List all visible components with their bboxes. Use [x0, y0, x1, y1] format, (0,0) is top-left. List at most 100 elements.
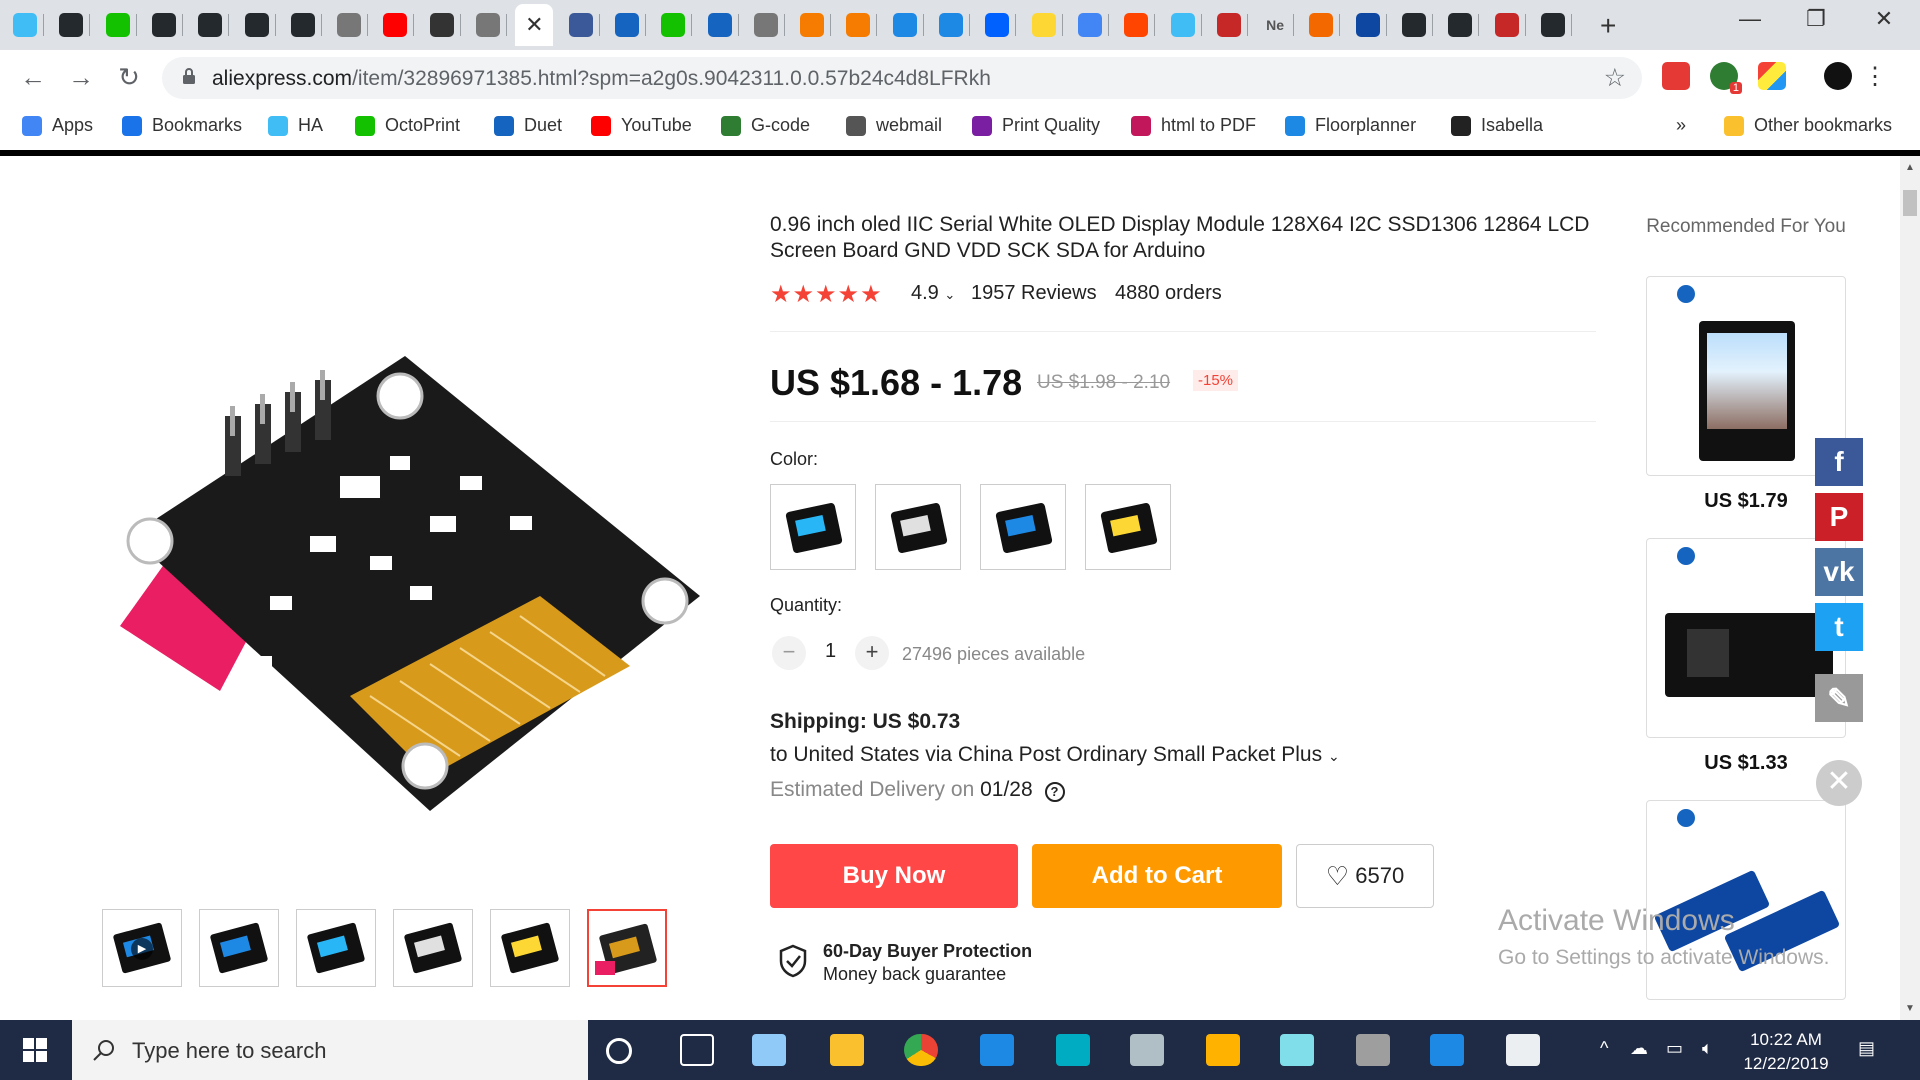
3d-viewer-icon[interactable] [752, 1034, 786, 1066]
browser-tab[interactable] [238, 4, 276, 46]
other-bookmarks-folder[interactable]: Other bookmarks [1724, 115, 1892, 136]
bookmark-bookmarks[interactable]: Bookmarks [122, 115, 242, 136]
rating-stars[interactable]: ★★★★★ [770, 280, 883, 309]
new-tab-button[interactable]: + [1600, 10, 1616, 42]
app-icon[interactable] [1280, 1034, 1314, 1066]
thumbnail-5[interactable] [490, 909, 570, 987]
color-option-blue[interactable] [980, 484, 1066, 570]
url-text[interactable]: aliexpress.com/item/32896971385.html?spm… [212, 67, 991, 91]
browser-tab[interactable] [1302, 4, 1341, 46]
color-option-yellow[interactable] [1085, 484, 1171, 570]
reload-button[interactable]: ↻ [114, 62, 144, 93]
color-option-white[interactable] [875, 484, 961, 570]
thumbnail-2[interactable] [199, 909, 279, 987]
browser-tab[interactable]: ✕ [515, 4, 554, 46]
browser-tab[interactable] [469, 4, 507, 46]
buy-now-button[interactable]: Buy Now [770, 844, 1018, 908]
bookmark-print-quality[interactable]: Print Quality [972, 115, 1100, 136]
address-bar[interactable]: aliexpress.com/item/32896971385.html?spm… [162, 57, 1642, 99]
help-icon[interactable]: ? [1044, 782, 1065, 802]
tray-chevron-up-icon[interactable]: ^ [1600, 1038, 1608, 1059]
forward-button[interactable]: → [66, 62, 96, 93]
browser-tab[interactable] [1210, 4, 1248, 46]
browser-tab[interactable] [191, 4, 230, 46]
browser-tab[interactable] [1488, 4, 1526, 46]
browser-tab[interactable] [701, 4, 739, 46]
more-bookmarks-button[interactable]: » [1676, 115, 1686, 136]
browser-tab[interactable] [284, 4, 322, 46]
close-social-button[interactable]: ✕ [1816, 760, 1862, 806]
recommended-item-3[interactable] [1646, 800, 1846, 1000]
bookmark-g-code[interactable]: G-code [721, 115, 810, 136]
scrollbar-thumb[interactable] [1903, 190, 1917, 216]
bookmark-octoprint[interactable]: OctoPrint [355, 115, 460, 136]
browser-tab[interactable] [793, 4, 832, 46]
notifications-icon[interactable]: ▤ [1858, 1038, 1875, 1059]
browser-tab[interactable]: Ne [1256, 4, 1295, 46]
taskbar-search[interactable]: Type here to search [72, 1020, 588, 1080]
start-button[interactable] [0, 1020, 70, 1080]
vk-icon[interactable]: vk [1815, 548, 1863, 596]
browser-tab[interactable] [52, 4, 91, 46]
extension-icon-color[interactable] [1758, 62, 1786, 90]
volume-icon[interactable]: 🔈︎ [1702, 1038, 1713, 1059]
profile-avatar[interactable] [1824, 62, 1852, 90]
thumbnail-1[interactable]: ▶ [102, 909, 182, 987]
browser-tab[interactable] [886, 4, 924, 46]
shipping-method[interactable]: to United States via China Post Ordinary… [770, 743, 1340, 767]
photos-icon[interactable] [1506, 1034, 1540, 1066]
product-main-image[interactable] [110, 356, 710, 816]
browser-tab[interactable] [1349, 4, 1387, 46]
browser-tab[interactable] [1164, 4, 1202, 46]
bookmark-floorplanner[interactable]: Floorplanner [1285, 115, 1416, 136]
wishlist-button[interactable]: ♡ 6570 [1296, 844, 1434, 908]
quantity-input[interactable]: 1 [825, 640, 836, 663]
quantity-decrease-button[interactable]: − [772, 636, 806, 670]
browser-tab[interactable] [1395, 4, 1433, 46]
bookmark-isabella[interactable]: Isabella [1451, 115, 1543, 136]
window-app-icon[interactable] [1130, 1034, 1164, 1066]
color-option-blue-yellow[interactable] [770, 484, 856, 570]
task-view-icon[interactable] [680, 1034, 714, 1066]
browser-tab[interactable] [6, 4, 44, 46]
back-button[interactable]: ← [18, 62, 48, 93]
pinterest-icon[interactable]: P [1815, 493, 1863, 541]
bookmark-html-to-pdf[interactable]: html to PDF [1131, 115, 1256, 136]
browser-tab[interactable] [423, 4, 461, 46]
browser-tab[interactable] [839, 4, 878, 46]
browser-tab[interactable] [654, 4, 693, 46]
thumbnail-3[interactable] [296, 909, 376, 987]
app-icon[interactable] [1356, 1034, 1390, 1066]
reviews-link[interactable]: 1957 Reviews [971, 282, 1097, 305]
network-icon[interactable]: ▭ [1666, 1038, 1683, 1059]
browser-tab[interactable] [99, 4, 137, 46]
browser-tab[interactable] [562, 4, 600, 46]
browser-tab[interactable] [330, 4, 369, 46]
chrome-icon[interactable] [904, 1034, 938, 1066]
lock-icon[interactable] [182, 67, 196, 85]
browser-tab[interactable] [376, 4, 415, 46]
browser-tab[interactable] [1071, 4, 1109, 46]
remote-desktop-icon[interactable] [980, 1034, 1014, 1066]
bookmark-apps[interactable]: Apps [22, 115, 93, 136]
close-window-button[interactable]: ✕ [1864, 6, 1904, 32]
menu-kebab-icon[interactable]: ⋮ [1860, 62, 1890, 91]
app-c-icon[interactable] [1056, 1034, 1090, 1066]
browser-tab[interactable] [145, 4, 183, 46]
taskbar-clock[interactable]: 10:22 AM 12/22/2019 [1736, 1028, 1836, 1076]
scroll-down-icon[interactable]: ▼ [1905, 1003, 1915, 1014]
bookmark-ha[interactable]: HA [268, 115, 323, 136]
cortana-icon[interactable] [606, 1038, 632, 1064]
browser-tab[interactable] [1441, 4, 1480, 46]
browser-tab[interactable] [608, 4, 646, 46]
thumbnail-4[interactable] [393, 909, 473, 987]
browser-tab[interactable] [1025, 4, 1063, 46]
thumbnail-6-selected[interactable] [587, 909, 667, 987]
browser-tab[interactable] [932, 4, 970, 46]
page-scrollbar[interactable]: ▲ ▼ [1900, 156, 1920, 1020]
vscode-icon[interactable] [1430, 1034, 1464, 1066]
facebook-icon[interactable]: f [1815, 438, 1863, 486]
cura-icon[interactable] [1206, 1034, 1240, 1066]
maximize-button[interactable]: ❐ [1796, 6, 1836, 32]
edit-icon[interactable]: ✎ [1815, 674, 1863, 722]
